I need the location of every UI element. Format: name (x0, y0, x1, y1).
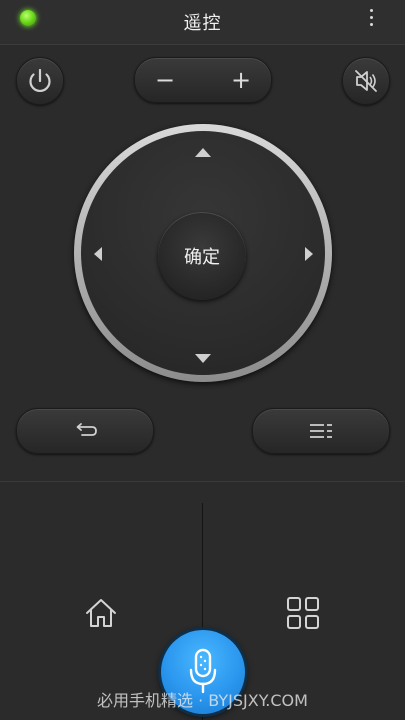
dpad-up-button[interactable] (195, 148, 211, 157)
back-button[interactable] (16, 408, 154, 454)
dpad-down-button[interactable] (195, 354, 211, 363)
volume-up-button[interactable]: + (211, 58, 271, 102)
volume-control: − + (134, 57, 272, 103)
mute-button[interactable] (342, 57, 390, 105)
back-icon (76, 423, 97, 436)
power-icon (29, 68, 51, 93)
more-vertical-icon[interactable] (364, 6, 378, 30)
dpad-right-button[interactable] (305, 247, 313, 261)
ok-button[interactable]: 确定 (158, 212, 246, 300)
power-button[interactable] (16, 57, 64, 105)
volume-mute-icon (355, 70, 377, 92)
menu-icon (310, 424, 332, 438)
volume-down-button[interactable]: − (135, 58, 195, 102)
dpad-left-button[interactable] (94, 247, 102, 261)
home-icon (86, 599, 116, 627)
top-bar: 遥控 (0, 0, 405, 45)
home-button[interactable] (84, 596, 118, 630)
watermark-text: 必用手机精选 · BYJSJXY.COM (97, 691, 308, 710)
page-title: 遥控 (183, 13, 222, 34)
apps-button[interactable] (286, 596, 320, 630)
menu-button[interactable] (252, 408, 390, 454)
apps-grid-icon (287, 597, 319, 629)
section-divider (0, 481, 405, 482)
